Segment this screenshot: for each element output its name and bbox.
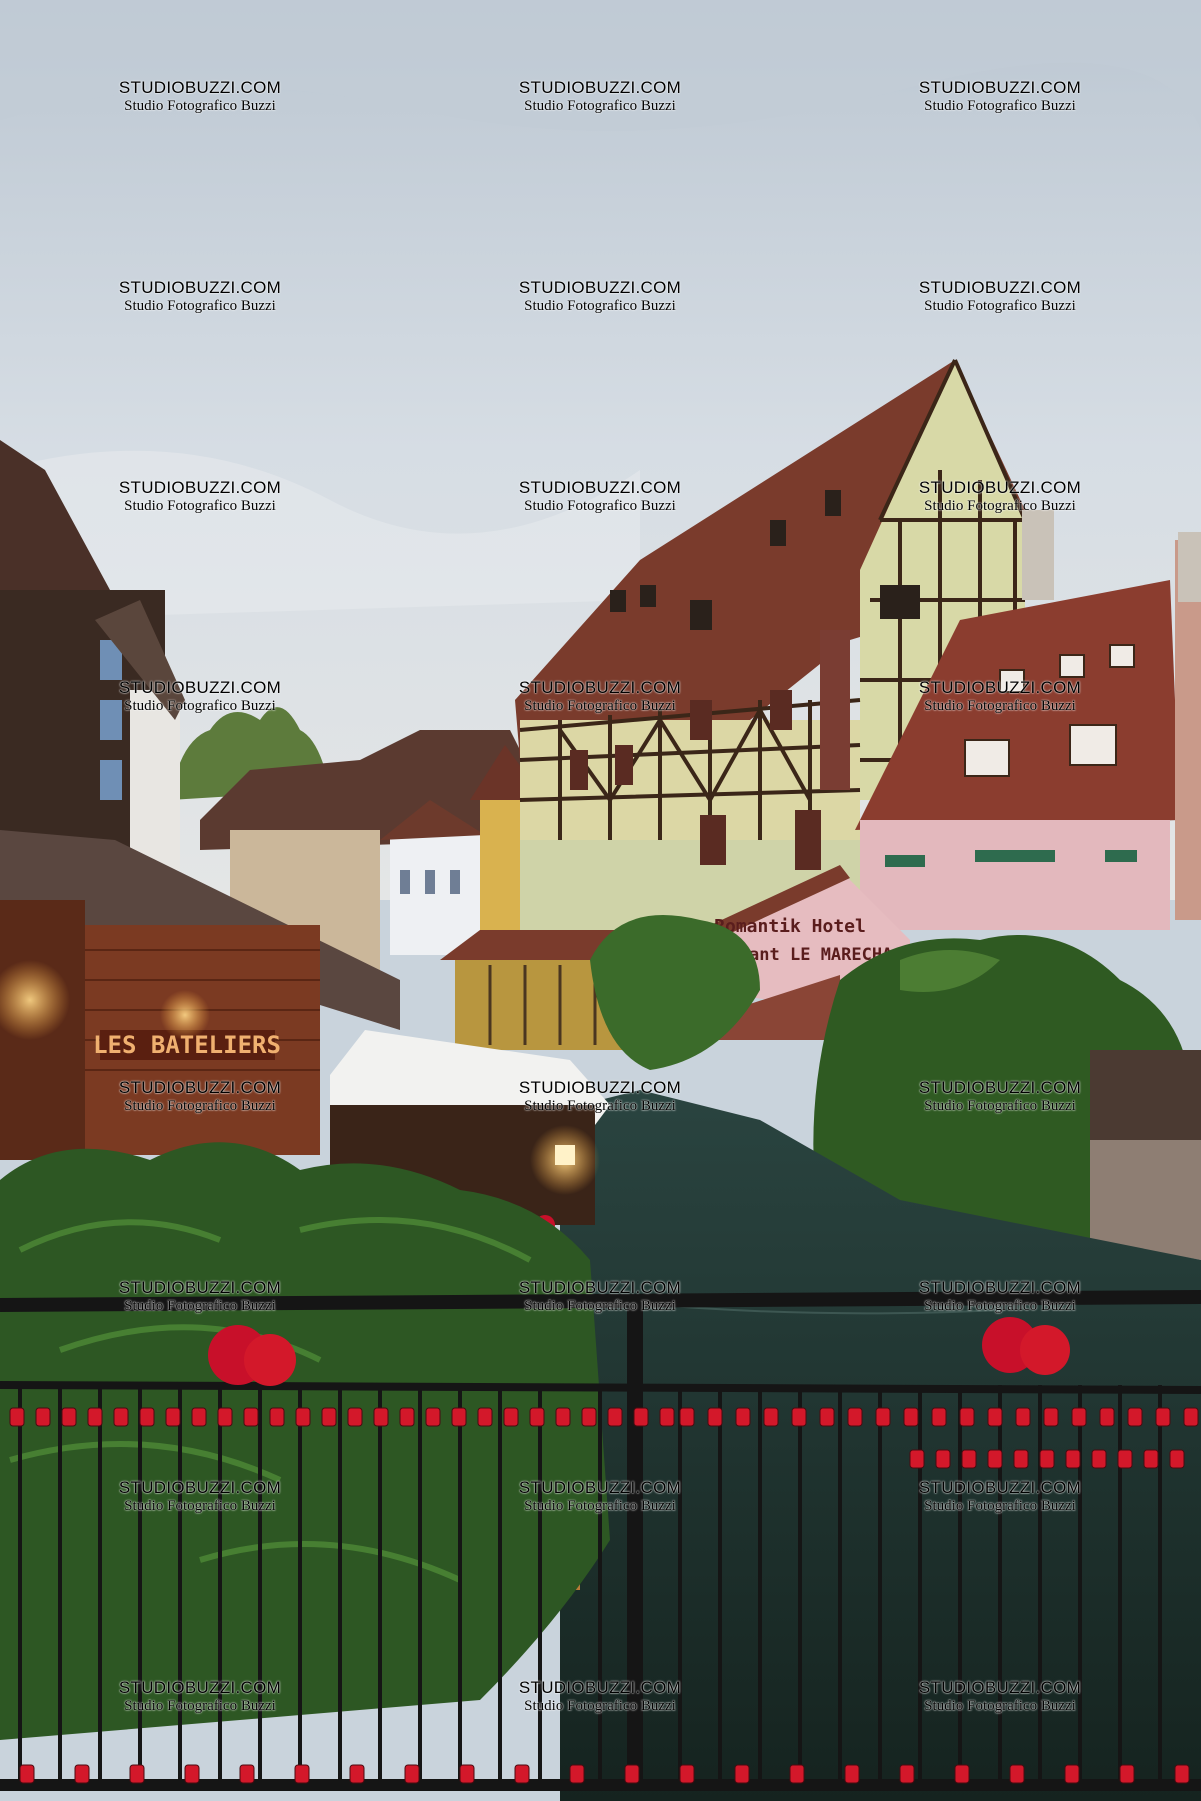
hanging-sign [820, 630, 850, 790]
love-lock [987, 1449, 1003, 1469]
love-lock [399, 1407, 415, 1427]
love-lock [679, 1764, 695, 1784]
love-lock [129, 1764, 145, 1784]
love-lock [707, 1407, 723, 1427]
love-lock [61, 1407, 77, 1427]
love-lock [1071, 1407, 1087, 1427]
pink-house-facade [860, 820, 1170, 930]
love-lock [1009, 1764, 1025, 1784]
love-lock [503, 1407, 519, 1427]
garden-fence [1090, 1050, 1201, 1140]
love-lock [1013, 1449, 1029, 1469]
love-lock [191, 1407, 207, 1427]
love-lock [961, 1449, 977, 1469]
love-lock [931, 1407, 947, 1427]
love-lock [1117, 1449, 1133, 1469]
love-lock [903, 1407, 919, 1427]
love-lock [569, 1764, 585, 1784]
love-lock [425, 1407, 441, 1427]
terrace-lamp [555, 1145, 575, 1165]
love-lock [217, 1407, 233, 1427]
love-lock [1174, 1764, 1190, 1784]
love-lock [1039, 1449, 1055, 1469]
love-lock [987, 1407, 1003, 1427]
love-lock [789, 1764, 805, 1784]
love-lock [459, 1764, 475, 1784]
love-lock [373, 1407, 389, 1427]
love-lock [1091, 1449, 1107, 1469]
love-lock [1065, 1449, 1081, 1469]
love-lock [477, 1407, 493, 1427]
love-lock [1015, 1407, 1031, 1427]
love-lock [1143, 1449, 1159, 1469]
railing-top-bar [0, 1290, 1201, 1312]
foreground-evergreen [0, 1142, 610, 1740]
love-lock [404, 1764, 420, 1784]
love-lock [909, 1449, 925, 1469]
love-lock [165, 1407, 181, 1427]
love-lock [321, 1407, 337, 1427]
hotel-sign-line1: Romantik Hotel [714, 916, 866, 937]
love-lock [607, 1407, 623, 1427]
love-lock [9, 1407, 25, 1427]
love-lock [184, 1764, 200, 1784]
love-lock [954, 1764, 970, 1784]
love-lock [1155, 1407, 1171, 1427]
love-lock [633, 1407, 649, 1427]
love-lock [294, 1764, 310, 1784]
love-lock [514, 1764, 530, 1784]
love-lock [35, 1407, 51, 1427]
love-lock [847, 1407, 863, 1427]
love-lock [735, 1407, 751, 1427]
love-lock [139, 1407, 155, 1427]
love-lock [1127, 1407, 1143, 1427]
love-lock [243, 1407, 259, 1427]
love-lock [239, 1764, 255, 1784]
love-lock [1183, 1407, 1199, 1427]
love-lock [1064, 1764, 1080, 1784]
love-lock [1043, 1407, 1059, 1427]
love-lock [791, 1407, 807, 1427]
love-lock [935, 1449, 951, 1469]
love-lock [875, 1407, 891, 1427]
love-lock [624, 1764, 640, 1784]
love-lock [844, 1764, 860, 1784]
love-lock [555, 1407, 571, 1427]
love-lock [1099, 1407, 1115, 1427]
love-lock [734, 1764, 750, 1784]
love-lock [959, 1407, 975, 1427]
love-lock [349, 1764, 365, 1784]
love-lock [87, 1407, 103, 1427]
love-lock [347, 1407, 363, 1427]
love-lock [1119, 1764, 1135, 1784]
love-lock [113, 1407, 129, 1427]
love-lock [581, 1407, 597, 1427]
chimney [1022, 510, 1054, 600]
love-lock [269, 1407, 285, 1427]
chimney [1178, 532, 1201, 602]
photo: Romantik Hotel estaurant LE MARECHA LES … [0, 0, 1201, 1801]
love-lock [295, 1407, 311, 1427]
love-lock [19, 1764, 35, 1784]
distant-house [390, 835, 480, 955]
love-lock [659, 1407, 675, 1427]
love-lock [1169, 1449, 1185, 1469]
love-lock [529, 1407, 545, 1427]
canal-scene: Romantik Hotel estaurant LE MARECHA LES … [0, 0, 1201, 1801]
love-lock [679, 1407, 695, 1427]
love-lock [763, 1407, 779, 1427]
love-lock [899, 1764, 915, 1784]
love-lock [819, 1407, 835, 1427]
love-lock [451, 1407, 467, 1427]
love-lock [74, 1764, 90, 1784]
